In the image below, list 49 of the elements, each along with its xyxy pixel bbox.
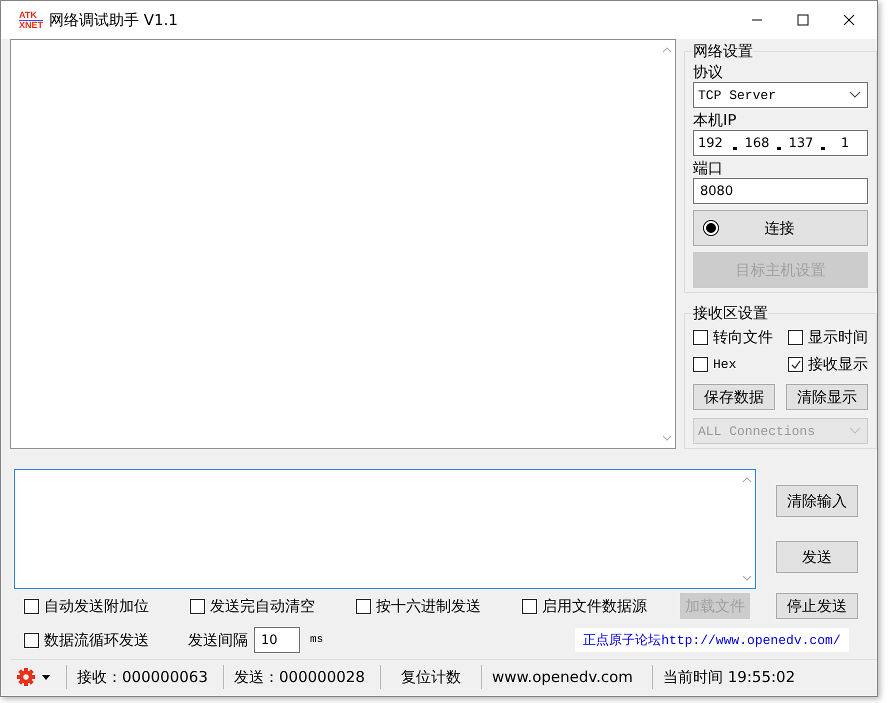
port-field[interactable]: 8080 [693,178,868,204]
checkbox[interactable] [356,598,371,614]
checkbox[interactable] [24,598,39,614]
group-title: 接收区设置 [693,304,768,322]
connect-button[interactable]: 连接 [693,210,868,246]
gear-icon[interactable] [16,667,36,687]
group-title: 网络设置 [693,42,753,60]
interval-label: 发送间隔 [188,630,248,650]
unit-label: ms [310,634,324,646]
website-text: www.openedv.com [492,668,634,686]
checkbox-label: 接收显示 [808,355,868,374]
checkbox-label: 数据流循环发送 [44,630,149,650]
checkbox-label: 发送完自动清空 [210,596,315,616]
checkbox[interactable] [788,330,803,345]
caret-icon[interactable] [42,674,50,680]
send-panel-button[interactable]: 发送 [776,541,858,573]
checkbox-label: 自动发送附加位 [44,596,149,616]
chevron-icon [849,427,861,435]
checkbox[interactable] [24,632,39,648]
forum-link[interactable]: 正点原子论坛http://www.openedv.com/ [575,628,849,652]
field-label: 端口 [693,158,724,178]
interval-field[interactable]: 10 [254,627,300,653]
current-time: 当前时间 19:55:02 [663,668,796,686]
checkbox-label: 启用文件数据源 [542,596,647,616]
protocol-dropdown[interactable]: TCP Server [693,82,868,108]
maximize-icon[interactable] [797,14,809,26]
field-label: 协议 [693,62,724,82]
app-logo: ATK XNET [19,10,44,30]
send-panel-button[interactable]: 清除输入 [776,485,858,517]
checkbox[interactable] [190,598,205,614]
checkbox-label: 显示时间 [808,328,868,347]
checkbox[interactable] [693,330,708,345]
field-label: 本机IP [693,110,738,130]
checkbox-label: 转向文件 [713,328,773,347]
reset-count-button[interactable]: 复位计数 [391,668,471,686]
checkbox[interactable] [693,357,708,372]
checkbox-label: 按十六进制发送 [376,596,481,616]
ip-address-field[interactable]: 192 168 137 1 [693,130,868,156]
chevron-icon [849,91,861,99]
stop-send-button[interactable]: 停止发送 [776,593,858,619]
receive-button[interactable]: 保存数据 [693,384,775,410]
checkbox-label: Hex [713,357,736,372]
checkbox[interactable] [522,598,537,614]
receive-button[interactable]: 清除显示 [786,384,868,410]
window-title: 网络调试助手 V1.1 [49,10,178,30]
close-icon[interactable] [843,14,855,26]
checkbox[interactable] [788,357,803,372]
sent-count: 发送：000000028 [234,668,366,686]
received-count: 接收：000000063 [77,668,209,686]
